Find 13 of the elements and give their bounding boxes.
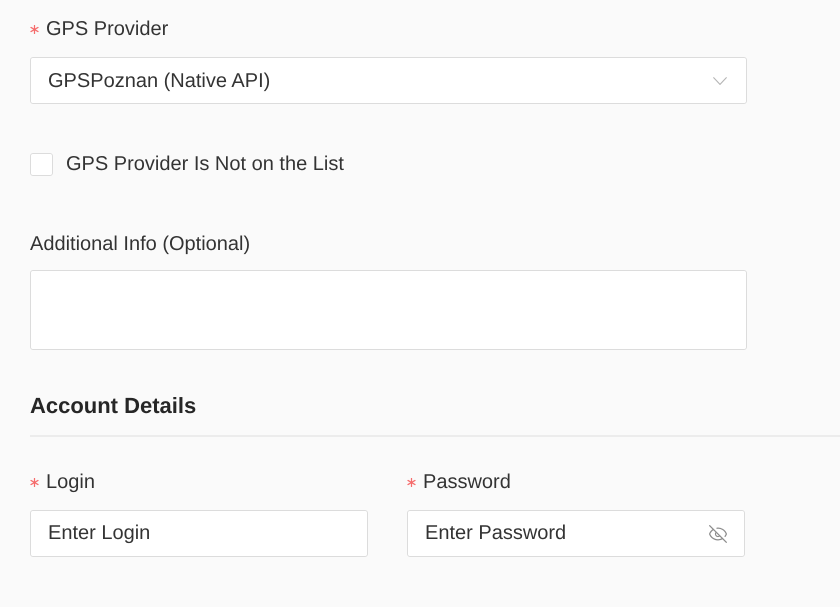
- gps-provider-select[interactable]: GPSPoznan (Native API): [30, 57, 747, 104]
- additional-info-label: Additional Info (Optional): [30, 232, 250, 256]
- chevron-down-icon: [713, 76, 727, 84]
- provider-not-listed-checkbox[interactable]: [30, 152, 53, 176]
- login-field[interactable]: Enter Login: [30, 510, 368, 557]
- password-visibility-icon[interactable]: [708, 524, 728, 544]
- password-label: Password: [423, 470, 511, 494]
- gps-provider-label: GPS Provider: [46, 17, 168, 41]
- provider-not-listed-label[interactable]: GPS Provider Is Not on the List: [66, 152, 344, 176]
- section-heading: Account Details: [30, 393, 198, 419]
- password-field[interactable]: Enter Password: [407, 510, 745, 557]
- login-label: Login: [46, 470, 95, 494]
- additional-info-field[interactable]: [30, 270, 747, 350]
